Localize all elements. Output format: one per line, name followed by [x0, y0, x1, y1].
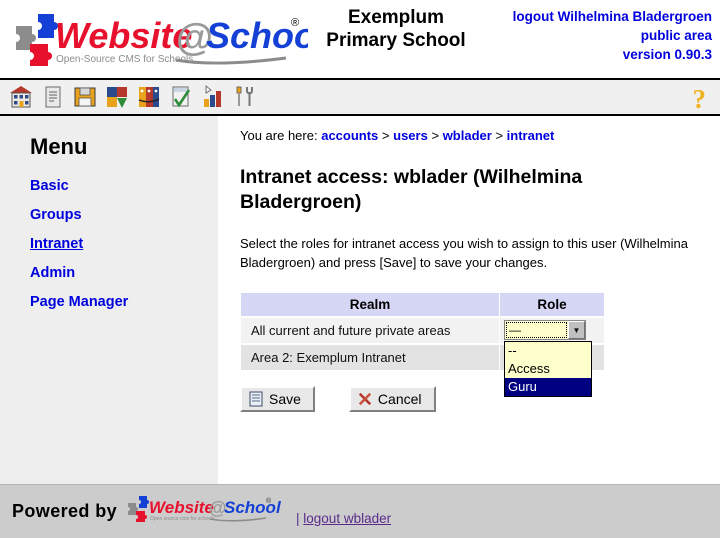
breadcrumb-intranet[interactable]: intranet [507, 128, 555, 143]
sidebar-item-page-manager[interactable]: Page Manager [30, 294, 218, 310]
footer-separator: | [296, 511, 300, 526]
main-content: You are here: accounts > users > wblader… [218, 116, 720, 484]
accounts-faces-icon[interactable] [134, 82, 164, 112]
role-select-1-options[interactable]: -- Access Guru [504, 341, 592, 398]
save-button[interactable]: Save [240, 385, 315, 412]
header-logout-link[interactable]: logout Wilhelmina Bladergroen [513, 7, 712, 26]
brand-logo[interactable]: Website @ School ® Open-Source CMS for S… [8, 8, 308, 70]
role-select-1-value[interactable]: — [505, 321, 568, 340]
breadcrumb-users[interactable]: users [393, 128, 428, 143]
school-name: Exemplum Primary School [300, 6, 492, 52]
modules-puzzle-icon[interactable] [102, 82, 132, 112]
role-option-dashes[interactable]: -- [505, 342, 591, 360]
header-version-label: version 0.90.3 [622, 47, 712, 63]
page-body: Menu Basic Groups Intranet Admin Page Ma… [0, 116, 720, 484]
sidebar-item-intranet[interactable]: Intranet [30, 236, 218, 252]
breadcrumb: You are here: accounts > users > wblader… [240, 128, 706, 143]
role-option-access[interactable]: Access [505, 360, 591, 378]
svg-text:School: School [224, 498, 282, 517]
breadcrumb-wblader[interactable]: wblader [443, 128, 492, 143]
svg-text:Open source cms for schools: Open source cms for schools [150, 516, 215, 522]
instruction-text: Select the roles for intranet access you… [240, 236, 688, 271]
save-button-label: Save [269, 390, 301, 407]
footer-logout-link[interactable]: logout wblader [303, 511, 391, 526]
red-cross-icon [358, 392, 372, 405]
document-icon [249, 391, 263, 407]
checklist-icon[interactable] [166, 82, 196, 112]
breadcrumb-separator: > [381, 128, 390, 143]
puzzle-pieces-icon [128, 496, 150, 522]
powered-by-label: Powered by [12, 501, 118, 521]
page-footer: Powered by Website @ School ® Open sourc… [0, 484, 720, 538]
page-header: Website @ School ® Open-Source CMS for S… [0, 0, 720, 78]
breadcrumb-separator: > [495, 128, 504, 143]
floppy-save-icon[interactable] [70, 82, 100, 112]
school-name-line-2: Primary School [326, 30, 466, 52]
breadcrumb-separator: > [431, 128, 440, 143]
sidebar-item-groups[interactable]: Groups [30, 207, 218, 223]
form-actions: Save Cancel [240, 385, 706, 412]
sidebar-title: Menu [30, 134, 88, 159]
role-select-cell: — ▼ -- Access Guru [500, 317, 604, 398]
website-at-school-logo-graphic: Website @ School ® Open-Source CMS for S… [16, 14, 308, 66]
role-select-1[interactable]: — ▼ -- Access Guru [504, 320, 592, 398]
svg-text:Website: Website [149, 498, 214, 517]
toolbar-icon-group [0, 82, 260, 112]
svg-text:®: ® [291, 17, 299, 29]
role-option-guru[interactable]: Guru [505, 378, 591, 397]
website-at-school-logo-small: Website @ School ® Open source cms for s… [128, 496, 282, 522]
school-home-icon[interactable] [6, 82, 36, 112]
school-name-line-1: Exemplum [347, 7, 445, 28]
footer-brand-logo[interactable]: Website @ School ® Open source cms for s… [125, 495, 290, 528]
header-status-block: logout Wilhelmina Bladergroen public are… [513, 7, 712, 64]
help-question-icon[interactable]: ? [693, 84, 707, 114]
sidebar: Menu Basic Groups Intranet Admin Page Ma… [0, 116, 218, 484]
page-title: Intranet access: wblader (Wilhelmina Bla… [240, 166, 583, 213]
header-logout-anchor[interactable]: logout Wilhelmina Bladergroen [513, 9, 712, 24]
svg-text:Open-Source CMS for Schools: Open-Source CMS for Schools [56, 54, 193, 65]
icon-toolbar: ? [0, 78, 720, 116]
cancel-button[interactable]: Cancel [348, 385, 436, 412]
realm-name-cell: All current and future private areas [241, 317, 499, 343]
table-header-row: Realm Role [241, 292, 604, 316]
header-area-label: public area [640, 28, 712, 44]
realm-role-table: Realm Role All current and future privat… [240, 291, 605, 398]
breadcrumb-accounts[interactable]: accounts [321, 128, 378, 143]
sidebar-item-admin[interactable]: Admin [30, 265, 218, 281]
column-header-role: Role [500, 292, 604, 316]
breadcrumb-prefix: You are here: [240, 128, 318, 143]
role-select-1-box[interactable]: — ▼ [504, 320, 586, 341]
cancel-button-label: Cancel [377, 390, 422, 407]
column-header-realm: Realm [241, 292, 499, 316]
footer-logout-block: | logout wblader [296, 511, 391, 526]
table-row: All current and future private areas — ▼… [241, 317, 604, 398]
page-document-icon[interactable] [38, 82, 68, 112]
svg-text:®: ® [266, 497, 272, 505]
realm-name-cell: Area 2: Exemplum Intranet [241, 344, 499, 370]
chevron-down-icon[interactable]: ▼ [568, 321, 585, 340]
statistics-bars-icon[interactable] [198, 82, 228, 112]
tools-wrench-icon[interactable] [230, 82, 260, 112]
puzzle-pieces-icon [16, 14, 58, 66]
sidebar-item-basic[interactable]: Basic [30, 178, 218, 194]
svg-text:Website: Website [55, 15, 192, 56]
